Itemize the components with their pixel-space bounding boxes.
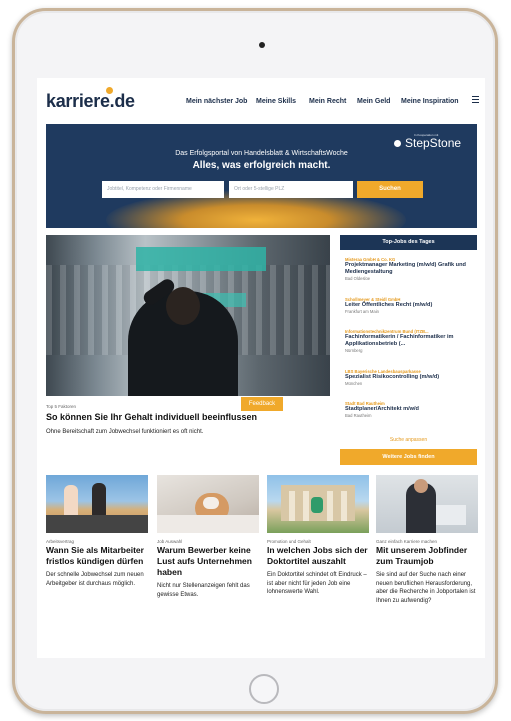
nav-item-skills[interactable]: Meine Skills: [256, 98, 296, 105]
article-title[interactable]: In welchen Jobs sich der Doktortitel aus…: [267, 545, 369, 567]
job-item[interactable]: LBS Bayerische Landesbausparkasse Spezia…: [345, 369, 475, 387]
article-title[interactable]: Warum Bewerber keine Lust aufs Unternehm…: [157, 545, 259, 578]
job-title[interactable]: Stadtplaner/Architekt m/w/d: [345, 406, 475, 413]
site-header: karriere.de Mein nächster Job Meine Skil…: [37, 78, 485, 124]
article-image[interactable]: [376, 475, 478, 533]
job-item[interactable]: Schollmeyer & Steidl GmbH Leiter Öffentl…: [345, 297, 475, 315]
article-teaser: Nicht nur Stellenanzeigen fehlt das gewi…: [157, 583, 250, 598]
job-location: München: [345, 381, 363, 386]
job-title[interactable]: Leiter Öffentliches Recht (m/w/d): [345, 302, 475, 309]
featured-kicker: Top 5 Faktoren: [46, 404, 77, 409]
search-button[interactable]: Suchen: [357, 181, 423, 198]
partner-logo[interactable]: StepStone: [405, 136, 461, 150]
job-item[interactable]: Misteraa GmbH & Co. KG Projektmanager Ma…: [345, 257, 475, 282]
article-title[interactable]: Wann Sie als Mitarbeiter fristlos kündig…: [46, 545, 148, 567]
job-item[interactable]: Stadt Bad Rautheim Stadtplaner/Architekt…: [345, 401, 475, 419]
hero-subtitle: Das Erfolgsportal von Handelsblatt & Wir…: [175, 150, 348, 157]
stepstone-logo-icon: [394, 140, 401, 147]
article-image[interactable]: [267, 475, 369, 533]
article-card[interactable]: Promotion und Gehalt In welchen Jobs sic…: [267, 475, 369, 597]
article-teaser: Sie sind auf der Suche nach einer neuen …: [376, 572, 476, 604]
camera-dot: [259, 42, 265, 48]
article-teaser: Ein Doktortitel schindet oft Eindruck – …: [267, 572, 367, 595]
article-title[interactable]: Mit unserem Jobfinder zum Traumjob: [376, 545, 478, 567]
job-location: Bad Rautheim: [345, 413, 372, 418]
more-jobs-button[interactable]: Weitere Jobs finden: [340, 449, 477, 465]
job-location: Frankfurt am Main: [345, 309, 379, 314]
article-kicker: Arbeitsvertrag: [46, 539, 75, 544]
article-teaser: Der schnelle Jobwechsel zum neuen Arbeit…: [46, 572, 144, 587]
top-jobs-heading: Top-Jobs des Tages: [340, 235, 477, 250]
article-image[interactable]: [157, 475, 259, 533]
job-item[interactable]: Informationstechnikzentrum Bund (ITZB...…: [345, 329, 475, 354]
article-image[interactable]: [46, 475, 148, 533]
featured-teaser: Ohne Bereitschaft zum Jobwechsel funktio…: [46, 429, 204, 435]
logo-dot-icon: [106, 87, 113, 94]
article-card[interactable]: Arbeitsvertrag Wann Sie als Mitarbeiter …: [46, 475, 148, 588]
top-jobs-box: Top-Jobs des Tages Misteraa GmbH & Co. K…: [340, 235, 477, 470]
job-title[interactable]: Spezialist Risikocontrolling (m/w/d): [345, 374, 475, 381]
adjust-search-link[interactable]: Suche anpassen: [340, 437, 477, 443]
nav-item-job[interactable]: Mein nächster Job: [186, 98, 247, 105]
feedback-button[interactable]: Feedback: [241, 397, 283, 411]
article-kicker: Ganz einfach Karriere machen: [376, 539, 438, 544]
job-title[interactable]: Fachinformatikerin / Fachinformatiker im…: [345, 334, 475, 348]
nav-item-geld[interactable]: Mein Geld: [357, 98, 390, 105]
article-kicker: Promotion und Gehalt: [267, 539, 311, 544]
featured-image[interactable]: [46, 235, 330, 396]
article-kicker: Job Auswahl: [157, 539, 183, 544]
location-input[interactable]: Ort oder 5-stellige PLZ: [229, 181, 353, 198]
job-location: Bad Oldesloe: [345, 276, 371, 281]
hero-title: Alles, was erfolgreich macht.: [192, 160, 331, 171]
job-location: Nürnberg: [345, 348, 363, 353]
menu-icon[interactable]: [472, 96, 479, 104]
job-title[interactable]: Projektmanager Marketing (m/w/d) Grafik …: [345, 262, 475, 276]
article-card[interactable]: Job Auswahl Warum Bewerber keine Lust au…: [157, 475, 259, 599]
featured-title[interactable]: So können Sie Ihr Gehalt individuell bee…: [46, 412, 257, 422]
hero-banner: In Kooperation mit StepStone Das Erfolgs…: [46, 124, 477, 228]
job-search-input[interactable]: Jobtitel, Kompetenz oder Firmenname: [102, 181, 224, 198]
site-logo[interactable]: karriere.de: [46, 91, 135, 112]
article-card[interactable]: Ganz einfach Karriere machen Mit unserem…: [376, 475, 478, 605]
home-button[interactable]: [249, 674, 279, 704]
browser-screen: karriere.de Mein nächster Job Meine Skil…: [37, 78, 485, 658]
nav-item-recht[interactable]: Mein Recht: [309, 98, 346, 105]
nav-item-inspiration[interactable]: Meine Inspiration: [401, 98, 459, 105]
